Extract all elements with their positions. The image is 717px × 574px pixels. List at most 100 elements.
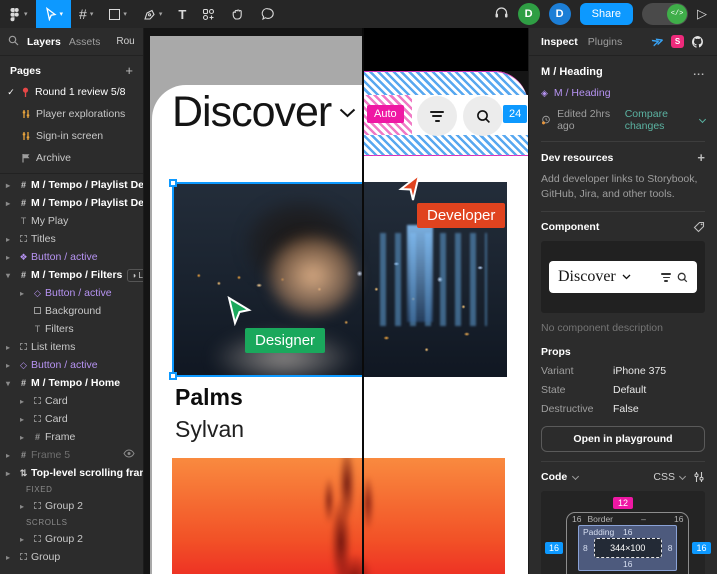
group-icon <box>16 234 31 244</box>
divider <box>541 141 705 142</box>
expand-chevron-icon[interactable]: ▸ <box>6 553 16 562</box>
present-play-icon[interactable]: ▷ <box>697 6 707 22</box>
track-title[interactable]: Palms <box>175 384 243 411</box>
layer-row[interactable]: ▸List items <box>0 338 143 356</box>
audio-headphones-icon[interactable] <box>494 5 509 24</box>
chevron-down-icon: ▾ <box>159 10 163 18</box>
layer-row[interactable]: ▸#M / Tempo / Playlist Detail <box>0 176 143 194</box>
prop-name: Destructive <box>541 403 613 415</box>
more-menu-icon[interactable]: ... <box>693 66 705 78</box>
selection-title: M / Heading <box>541 66 603 78</box>
selection-section: M / Heading ... ◈ M / Heading Edited 2hr… <box>529 66 717 142</box>
selection-handle[interactable] <box>169 179 177 187</box>
layer-row[interactable]: TFilters <box>0 320 143 338</box>
search-button[interactable] <box>463 96 503 136</box>
padding-right-value: 8 <box>668 543 673 553</box>
expand-chevron-icon[interactable]: ▸ <box>20 433 30 442</box>
expand-chevron-icon[interactable]: ▸ <box>6 199 16 208</box>
avatar[interactable]: D <box>549 3 571 25</box>
tab-inspect[interactable]: Inspect <box>541 36 578 48</box>
tab-layers[interactable]: Layers <box>27 36 61 48</box>
code-settings-icon[interactable] <box>693 471 705 483</box>
layer-label: Top-level scrolling frame <box>31 467 143 479</box>
album-art[interactable] <box>172 458 505 574</box>
plugin-arrows-icon[interactable]: ≫ <box>651 34 666 50</box>
figma-logo-icon <box>8 7 21 22</box>
tab-plugins[interactable]: Plugins <box>588 36 622 48</box>
page-item[interactable]: Player explorations <box>0 103 143 125</box>
expand-chevron-icon[interactable]: ▸ <box>20 289 30 298</box>
page-item[interactable]: Archive <box>0 147 143 169</box>
expand-chevron-icon[interactable]: ▾ <box>6 379 16 388</box>
chevron-down-icon[interactable] <box>572 473 579 480</box>
layer-row[interactable]: ▾#M / Tempo / Filters◑ Light <box>0 266 143 284</box>
filter-button[interactable] <box>417 96 457 136</box>
expand-chevron-icon[interactable]: ▸ <box>6 361 16 370</box>
page-item[interactable]: Sign-in screen <box>0 125 143 147</box>
add-page-button[interactable]: + <box>125 64 133 77</box>
expand-chevron-icon[interactable]: ▸ <box>20 415 30 424</box>
hand-tool-button[interactable] <box>223 0 253 28</box>
layer-row[interactable]: ▸⇅Top-level scrolling frame <box>0 464 143 482</box>
code-language-dropdown[interactable]: CSS <box>653 471 685 483</box>
page-item[interactable]: ✓Round 1 review 5/8 <box>0 81 143 103</box>
expand-chevron-icon[interactable]: ▸ <box>20 397 30 406</box>
layer-row[interactable]: TMy Play <box>0 212 143 230</box>
expand-chevron-icon[interactable]: ▸ <box>6 469 16 478</box>
layer-row[interactable]: ▸Card <box>0 392 143 410</box>
resources-tool-button[interactable] <box>194 0 223 28</box>
tab-assets[interactable]: Assets <box>69 36 101 48</box>
expand-chevron-icon[interactable]: ▸ <box>6 181 16 190</box>
shape-tool-button[interactable]: ▾ <box>101 0 135 28</box>
pen-tool-button[interactable]: ▾ <box>135 0 171 28</box>
layer-row[interactable]: ▸◇Button / active <box>0 356 143 374</box>
frame-tool-button[interactable]: # ▾ <box>71 0 101 28</box>
compare-changes-link[interactable]: Compare changes <box>625 108 705 132</box>
layer-row[interactable]: ▸Group 2 <box>0 530 143 548</box>
add-dev-resource-button[interactable]: + <box>697 151 705 164</box>
main-component-link[interactable]: ◈ M / Heading <box>541 87 705 99</box>
expand-chevron-icon[interactable]: ▸ <box>20 535 30 544</box>
layer-row[interactable]: ▸◇Button / active <box>0 284 143 302</box>
share-button[interactable]: Share <box>580 3 633 25</box>
layer-row[interactable]: Background <box>0 302 143 320</box>
expand-chevron-icon[interactable]: ▸ <box>20 502 30 511</box>
move-tool-button[interactable]: ▾ <box>36 0 72 28</box>
layer-label: M / Tempo / Playlist Detail <box>31 197 143 209</box>
component-tag-icon[interactable] <box>693 221 705 233</box>
plugin-s-icon[interactable]: S <box>671 35 684 48</box>
comment-tool-button[interactable] <box>253 0 283 28</box>
discover-heading[interactable]: Discover <box>172 88 362 137</box>
layer-row[interactable]: ▸#Frame 5 <box>0 446 143 464</box>
design-dev-split-divider[interactable] <box>362 28 364 574</box>
chevron-down-icon <box>339 108 356 118</box>
expand-chevron-icon[interactable]: ▸ <box>6 235 16 244</box>
eye-icon[interactable] <box>123 449 135 461</box>
layer-row[interactable]: ▸Titles <box>0 230 143 248</box>
layer-row[interactable]: ▸Group <box>0 548 143 566</box>
component-preview[interactable]: Discover <box>541 241 705 313</box>
pinned-page-dropdown[interactable]: Roun... <box>114 36 135 47</box>
expand-chevron-icon[interactable]: ▸ <box>6 343 16 352</box>
track-subtitle[interactable]: Sylvan <box>175 416 244 443</box>
text-tool-button[interactable]: T <box>170 0 194 28</box>
dev-mode-toggle[interactable]: </> <box>642 3 688 25</box>
toolbar-right-group: D D Share </> ▷ <box>494 3 717 25</box>
layer-row[interactable]: ▸Card <box>0 410 143 428</box>
avatar[interactable]: D <box>518 3 540 25</box>
expand-chevron-icon[interactable]: ▸ <box>6 451 16 460</box>
expand-chevron-icon[interactable]: ▸ <box>6 253 16 262</box>
search-icon[interactable] <box>8 33 19 51</box>
main-menu-button[interactable]: ▾ <box>0 0 36 28</box>
selection-handle[interactable] <box>169 372 177 380</box>
layer-row[interactable]: ▾#M / Tempo / Home <box>0 374 143 392</box>
canvas[interactable]: Auto 24 Discover Designer <box>144 28 528 574</box>
layer-row[interactable]: ▸ Group 2 <box>0 497 143 515</box>
layer-label: Group 2 <box>45 500 83 512</box>
layer-row[interactable]: ▸#Frame <box>0 428 143 446</box>
github-icon[interactable] <box>691 35 705 49</box>
layer-row[interactable]: ▸#M / Tempo / Playlist Detail <box>0 194 143 212</box>
open-playground-button[interactable]: Open in playground <box>541 426 705 452</box>
expand-chevron-icon[interactable]: ▾ <box>6 271 16 280</box>
layer-row[interactable]: ▸❖Button / active <box>0 248 143 266</box>
